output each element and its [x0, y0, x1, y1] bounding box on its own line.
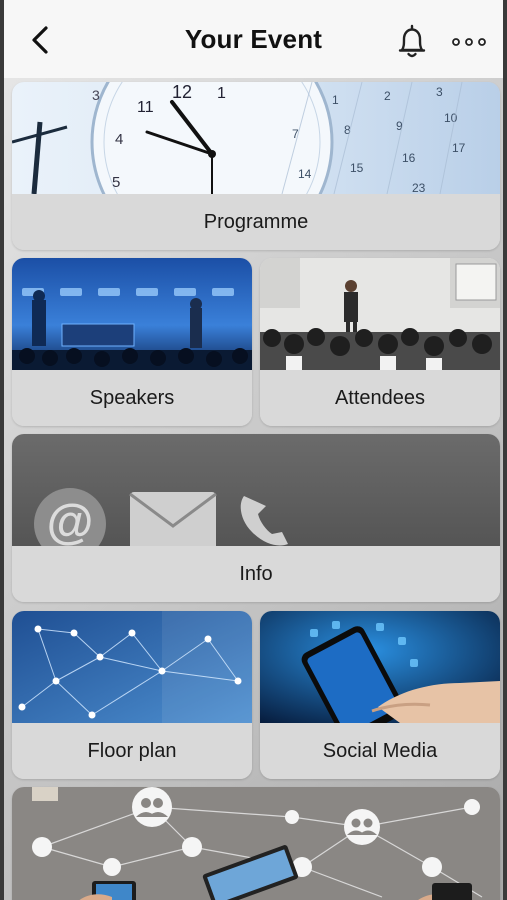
svg-text:3: 3: [92, 87, 100, 103]
svg-text:3: 3: [436, 85, 443, 99]
notifications-button[interactable]: [392, 20, 432, 62]
tile-label-attendees: Attendees: [334, 386, 426, 409]
tile-speakers[interactable]: Speakers: [12, 258, 252, 426]
more-horizontal-icon: [451, 37, 487, 47]
tile-label-floor-plan: Floor plan: [87, 739, 177, 762]
clock-calendar-image: 12 1 11 4 5 3 123 7 8 9 10 14 15 16 17 23: [12, 82, 500, 194]
conference-stage-image: [12, 258, 252, 370]
tile-networking[interactable]: [12, 787, 500, 900]
tile-label-info: Info: [239, 562, 273, 585]
svg-text:16: 16: [402, 151, 416, 165]
back-button[interactable]: [22, 22, 58, 58]
tile-social-media[interactable]: Social Media: [260, 611, 500, 779]
svg-text:17: 17: [452, 141, 466, 155]
tile-label-bar: Speakers: [12, 370, 252, 426]
tile-label-social-media: Social Media: [322, 739, 438, 762]
tile-label-bar: Floor plan: [12, 723, 252, 779]
bell-icon: [396, 23, 428, 59]
audience-presenter-image: [260, 258, 500, 370]
top-app-bar: Your Event: [4, 0, 503, 78]
more-options-button[interactable]: [448, 28, 490, 56]
svg-text:1: 1: [332, 93, 339, 107]
svg-text:23: 23: [412, 181, 426, 194]
networking-image: [12, 787, 500, 900]
svg-text:12: 12: [172, 82, 192, 102]
tile-label-bar: Attendees: [260, 370, 500, 426]
svg-text:11: 11: [137, 99, 154, 116]
tile-label-bar: Programme: [12, 194, 500, 250]
svg-text:1: 1: [217, 85, 226, 102]
tile-floor-plan[interactable]: Floor plan: [12, 611, 252, 779]
svg-text:2: 2: [384, 89, 391, 103]
svg-text:4: 4: [115, 131, 123, 148]
tile-info[interactable]: @ Info: [12, 434, 500, 602]
contact-icons-image: @: [12, 434, 500, 546]
app-screen: Your Event 12 1 11 4 5 3 1 2 3 7 8 9 10 …: [4, 0, 503, 900]
smartphone-hand-image: [260, 611, 500, 723]
tile-attendees[interactable]: Attendees: [260, 258, 500, 426]
tile-label-programme: Programme: [203, 210, 309, 233]
svg-text:@: @: [47, 496, 94, 546]
svg-text:14: 14: [298, 167, 312, 181]
tile-programme[interactable]: 12 1 11 4 5 3 123 7 8 9 10 14 15 16 17 23: [12, 82, 500, 250]
tile-label-bar: Social Media: [260, 723, 500, 779]
svg-text:15: 15: [350, 161, 364, 175]
tile-label-speakers: Speakers: [89, 386, 175, 409]
tile-label-bar: Info: [12, 546, 500, 602]
chevron-left-icon: [29, 25, 51, 55]
network-map-image: [12, 611, 252, 723]
svg-text:5: 5: [112, 174, 120, 191]
